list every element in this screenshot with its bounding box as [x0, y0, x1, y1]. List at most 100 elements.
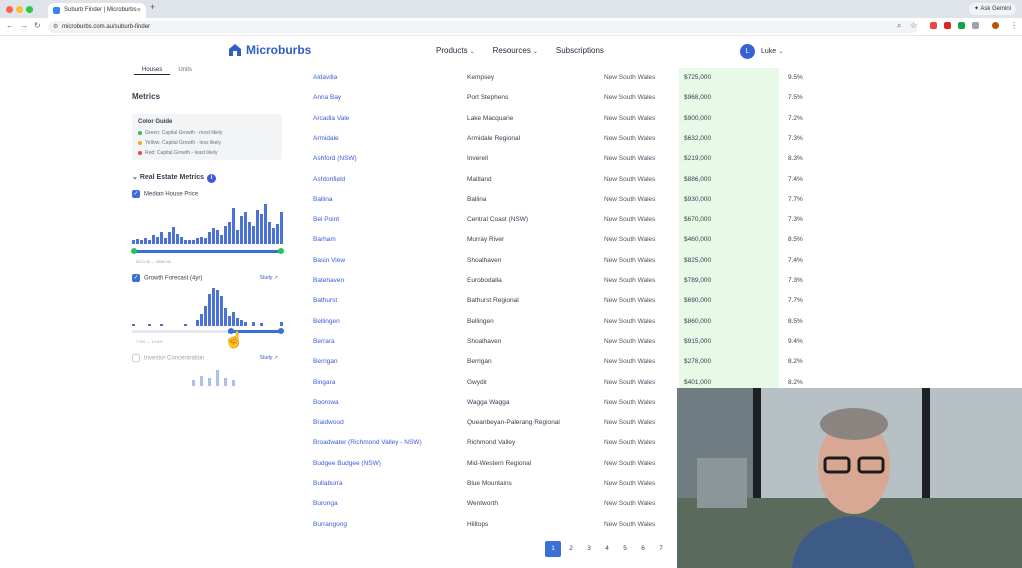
extensions-puzzle-icon[interactable] [972, 22, 979, 29]
price-cell: $460,000 [684, 236, 712, 244]
suburb-link[interactable]: Ashtonfield [313, 174, 345, 186]
lga-cell: Port Stephens [467, 94, 509, 102]
median-price-checkbox[interactable]: ✓ [132, 190, 140, 198]
page-button[interactable]: 2 [563, 541, 579, 557]
extension-icon[interactable] [930, 22, 937, 29]
suburb-link[interactable]: Buronga [313, 498, 338, 510]
site-info-icon[interactable]: ⚙ [53, 21, 58, 33]
suburb-link[interactable]: Anna Bay [313, 92, 341, 104]
suburb-link[interactable]: Bathurst [313, 295, 337, 307]
slider-max-handle[interactable] [278, 248, 284, 254]
study-link[interactable]: Study ↗ [260, 275, 278, 281]
page-button[interactable]: 7 [653, 541, 669, 557]
close-tab-icon[interactable]: × [137, 3, 141, 18]
table-row: Ashtonfield Maitland New South Wales $886,0… [313, 174, 813, 186]
table-row: Bel Point Central Coast (NSW) New South Wa… [313, 214, 813, 226]
lga-cell: Queanbeyan-Palerang Regional [467, 419, 560, 427]
extension-icon[interactable] [958, 22, 965, 29]
nav-products[interactable]: Products ⌄ [436, 46, 475, 55]
suburb-link[interactable]: Arcadia Vale [313, 113, 349, 125]
median-price-filter[interactable]: ✓ Median House Price [132, 190, 198, 198]
suburb-link[interactable]: Bingara [313, 377, 335, 389]
median-price-histogram [132, 204, 283, 244]
suburb-link[interactable]: Burrangong [313, 519, 347, 531]
lga-cell: Blue Mountains [467, 480, 512, 487]
suburb-link[interactable]: Bel Point [313, 214, 339, 226]
price-cell: $915,000 [684, 337, 712, 345]
suburb-link[interactable]: Berrigan [313, 356, 338, 368]
suburb-link[interactable]: Ashford (NSW) [313, 153, 357, 165]
state-cell: New South Wales [604, 175, 656, 183]
slider-min-handle[interactable] [131, 248, 137, 254]
slider-max-handle[interactable] [278, 328, 284, 334]
nav-subscriptions-label: Subscriptions [555, 46, 604, 55]
suburb-link[interactable]: Basin View [313, 255, 345, 267]
bookmark-star-icon[interactable]: ☆ [910, 21, 917, 30]
info-icon[interactable]: i [207, 174, 217, 183]
growth-forecast-filter[interactable]: ✓ Growth Forecast (4yr) [132, 274, 202, 282]
new-tab-icon[interactable]: + [150, 2, 155, 12]
page-button[interactable]: 1 [545, 541, 561, 557]
state-cell: New South Wales [604, 134, 656, 142]
growth-forecast-slider[interactable] [132, 328, 284, 334]
real-estate-metrics-heading[interactable]: ⌄ Real Estate Metrics i [132, 173, 217, 183]
user-menu[interactable]: L Luke ⌄ [740, 44, 783, 59]
price-cell: $825,000 [684, 256, 712, 264]
extension-icon[interactable] [944, 22, 951, 29]
suburb-link[interactable]: Boorowa [313, 397, 339, 409]
nav-subscriptions[interactable]: Subscriptions [556, 46, 604, 55]
suburb-link[interactable]: Berrara [313, 336, 335, 348]
price-cell: $219,000 [684, 155, 712, 163]
lga-cell: Mid-Western Regional [467, 459, 532, 467]
growth-forecast-checkbox[interactable]: ✓ [132, 274, 140, 282]
house-logo-icon [229, 44, 241, 56]
state-cell: New South Wales [604, 378, 656, 386]
maximize-window-button[interactable] [26, 6, 33, 13]
growth-cell: 8.3% [788, 155, 803, 163]
page-button[interactable]: 5 [617, 541, 633, 557]
suburb-link[interactable]: Broadwater (Richmond Valley - NSW) [313, 437, 422, 449]
close-window-button[interactable] [6, 6, 13, 13]
logo[interactable]: Microburbs [228, 43, 311, 57]
price-cell: $860,000 [684, 317, 712, 325]
median-price-slider[interactable] [131, 248, 284, 254]
zoom-icon[interactable]: ⌕ [897, 21, 901, 31]
suburb-link[interactable]: Braidwood [313, 417, 344, 429]
toggle-houses[interactable]: Houses [134, 66, 171, 75]
browser-menu-icon[interactable]: ⋮ [1010, 21, 1018, 30]
suburb-link[interactable]: Ballina [313, 194, 333, 206]
forward-arrow-icon[interactable]: → [20, 21, 28, 30]
investor-concentration-checkbox[interactable] [132, 354, 140, 362]
suburb-link[interactable]: Bellingen [313, 316, 340, 328]
reload-icon[interactable]: ↻ [34, 21, 41, 30]
back-arrow-icon[interactable]: ← [6, 21, 14, 30]
nav-resources[interactable]: Resources ⌄ [493, 46, 538, 55]
profile-icon[interactable] [992, 22, 999, 29]
address-bar[interactable]: ⚙ microburbs.com.au/suburb-finder [48, 21, 918, 33]
state-cell: New South Wales [604, 277, 656, 284]
investor-concentration-filter[interactable]: Investor Concentration [132, 354, 204, 362]
address-url: microburbs.com.au/suburb-finder [62, 24, 151, 30]
page-button[interactable]: 6 [635, 541, 651, 557]
page-button[interactable]: 3 [581, 541, 597, 557]
minimize-window-button[interactable] [16, 6, 23, 13]
pagination: 1234567 [545, 541, 671, 557]
suburb-link[interactable]: Armidale [313, 133, 339, 145]
suburb-link[interactable]: Budgee Budgee (NSW) [313, 458, 381, 470]
growth-forecast-label: Growth Forecast (4yr) [144, 275, 203, 282]
toggle-units[interactable]: Units [170, 66, 200, 75]
state-cell: New South Wales [604, 398, 656, 406]
browser-tab[interactable]: Suburb Finder | Microburbs × [48, 3, 146, 18]
lga-cell: Bathurst Regional [467, 297, 519, 305]
state-cell: New South Wales [604, 520, 656, 528]
chevron-down-icon: ⌄ [532, 49, 538, 55]
suburb-link[interactable]: Aldavilla [313, 72, 337, 84]
ask-gemini-button[interactable]: ✦ Ask Gemini [968, 3, 1016, 15]
page-button[interactable]: 4 [599, 541, 615, 557]
suburb-link[interactable]: Bullaburra [313, 478, 343, 490]
suburb-link[interactable]: Barham [313, 234, 336, 246]
guide-row-green: Green: Capital Growth - most likely [138, 130, 223, 136]
state-cell: New South Wales [604, 114, 656, 122]
suburb-link[interactable]: Batehaven [313, 275, 344, 287]
study-link[interactable]: Study ↗ [260, 355, 278, 361]
